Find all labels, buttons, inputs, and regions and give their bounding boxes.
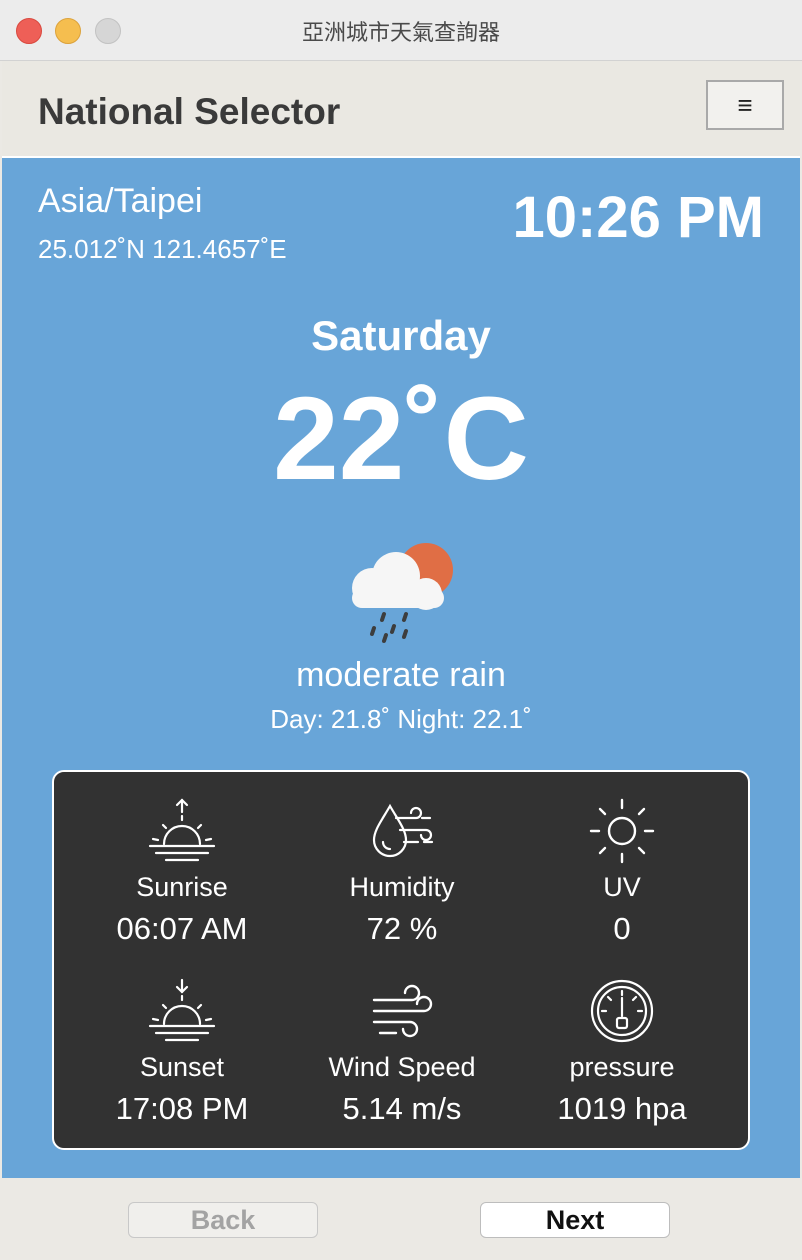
humidity-stat: Humidity 72 % xyxy=(286,796,518,947)
pressure-value: 1019 hpa xyxy=(557,1091,687,1126)
local-time: 10:26 PM xyxy=(512,185,764,250)
uv-label: UV xyxy=(603,872,641,902)
sunrise-stat: Sunrise 06:07 AM xyxy=(66,796,298,947)
next-button[interactable]: Next xyxy=(480,1202,670,1238)
weather-panel: Asia/Taipei 25.012˚N 121.4657˚E 10:26 PM… xyxy=(2,158,800,1178)
temperature: 22˚C xyxy=(273,373,529,505)
back-button[interactable]: Back xyxy=(128,1202,318,1238)
sunrise-icon xyxy=(148,798,216,862)
humidity-icon xyxy=(372,803,434,858)
sunrise-value: 06:07 AM xyxy=(116,911,248,946)
wind-stat: Wind Speed 5.14 m/s xyxy=(286,976,518,1127)
wind-value: 5.14 m/s xyxy=(342,1091,462,1126)
rain-cloud-sun-icon xyxy=(352,543,453,643)
sunset-label: Sunset xyxy=(139,1052,225,1082)
app-window: 亞洲城市天氣查詢器 National Selector ≡ Asia/Taipe… xyxy=(0,0,802,1260)
page-title: National Selector xyxy=(38,91,341,132)
humidity-label: Humidity xyxy=(349,872,455,902)
sunset-value: 17:08 PM xyxy=(115,1091,249,1126)
sunset-stat: Sunset 17:08 PM xyxy=(66,976,298,1127)
sunrise-label: Sunrise xyxy=(136,872,228,902)
humidity-value: 72 % xyxy=(366,911,438,946)
timezone-label: Asia/Taipei xyxy=(38,182,203,220)
sun-icon xyxy=(589,798,655,864)
pressure-stat: pressure 1019 hpa xyxy=(506,976,738,1127)
window-title: 亞洲城市天氣查詢器 xyxy=(301,21,500,46)
footer-bar: Back Next xyxy=(2,1178,800,1258)
wind-label: Wind Speed xyxy=(328,1052,476,1082)
title-bar: 亞洲城市天氣查詢器 xyxy=(0,0,802,61)
weather-description: moderate rain xyxy=(296,656,506,694)
sunset-icon xyxy=(148,978,216,1042)
menu-button[interactable]: ≡ xyxy=(706,80,784,130)
stats-card: Sunrise 06:07 AM Humidity 72 % UV 0 Suns… xyxy=(52,770,750,1150)
uv-value: 0 xyxy=(613,911,631,946)
header: National Selector ≡ xyxy=(2,61,800,158)
wind-icon xyxy=(372,984,433,1038)
hamburger-icon: ≡ xyxy=(737,89,753,120)
pressure-label: pressure xyxy=(569,1052,675,1082)
weekday-label: Saturday xyxy=(311,312,491,359)
day-night-temps: Day: 21.8˚ Night: 22.1˚ xyxy=(270,704,532,734)
gauge-icon xyxy=(590,979,654,1043)
coordinates-label: 25.012˚N 121.4657˚E xyxy=(38,234,287,264)
uv-stat: UV 0 xyxy=(506,796,738,947)
